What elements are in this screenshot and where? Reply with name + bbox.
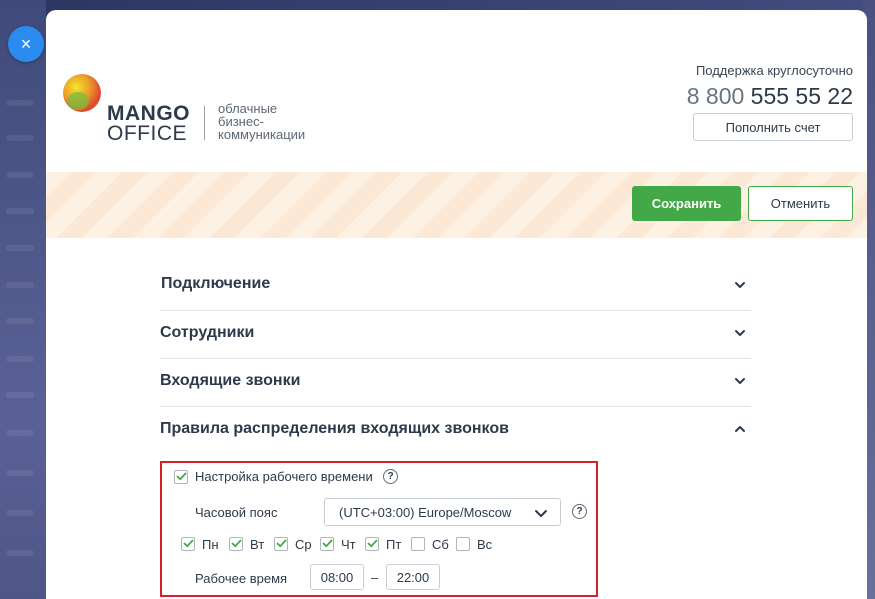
day-checkbox-wed[interactable] xyxy=(274,537,288,551)
day-label: Пт xyxy=(386,537,402,552)
chevron-down-icon xyxy=(735,378,745,384)
save-button[interactable]: Сохранить xyxy=(632,186,741,221)
start-time-input[interactable]: 08:00 xyxy=(310,564,364,590)
accordion-item-connection[interactable]: Подключение xyxy=(160,263,751,311)
help-icon[interactable]: ? xyxy=(572,504,587,519)
end-time-input[interactable]: 22:00 xyxy=(386,564,440,590)
support-label: Поддержка круглосуточно xyxy=(695,63,853,78)
help-icon[interactable]: ? xyxy=(383,469,398,484)
cancel-button[interactable]: Отменить xyxy=(748,186,853,221)
day-label: Чт xyxy=(341,537,356,552)
checkmark-icon xyxy=(176,472,187,481)
accordion-item-call-distribution[interactable]: Правила распределения входящих звонков xyxy=(160,407,751,455)
phone-number: 555 55 22 xyxy=(750,83,853,109)
accordion-item-employees[interactable]: Сотрудники xyxy=(160,311,751,359)
day-checkbox-fri[interactable] xyxy=(365,537,379,551)
day-checkbox-tue[interactable] xyxy=(229,537,243,551)
timezone-select[interactable]: (UTC+03:00) Europe/Moscow xyxy=(324,498,561,526)
logo-divider xyxy=(204,106,205,140)
accordion-item-label: Подключение xyxy=(161,275,271,292)
support-phone: 8 800 555 55 22 xyxy=(687,83,853,110)
checkmark-icon xyxy=(231,539,242,548)
logo-line-2: OFFICE xyxy=(107,122,187,145)
logo-line-1: MANGO xyxy=(107,102,190,125)
chevron-down-icon xyxy=(735,282,745,288)
checkmark-icon xyxy=(322,539,333,548)
checkmark-icon xyxy=(367,539,378,548)
day-label: Вс xyxy=(477,537,493,552)
chevron-down-icon xyxy=(735,330,745,336)
day-checkbox-thu[interactable] xyxy=(320,537,334,551)
brand-logo-text: MANGO OFFICE xyxy=(107,102,190,145)
topup-balance-button[interactable]: Пополнить счет xyxy=(693,113,853,141)
timezone-value: (UTC+03:00) Europe/Moscow xyxy=(339,505,512,520)
mango-logo-icon xyxy=(63,74,101,112)
checkmark-icon xyxy=(183,539,194,548)
phone-prefix: 8 800 xyxy=(686,83,745,109)
chevron-up-icon xyxy=(735,426,745,432)
close-icon: × xyxy=(20,34,32,54)
accordion-item-label: Сотрудники xyxy=(160,324,255,341)
settings-modal: MANGO OFFICE облачные бизнес- коммуникац… xyxy=(46,10,867,599)
day-checkbox-sun[interactable] xyxy=(456,537,470,551)
day-label: Сб xyxy=(432,537,449,552)
day-checkbox-mon[interactable] xyxy=(181,537,195,551)
work-hours-label: Рабочее время xyxy=(195,571,288,586)
day-label: Вт xyxy=(250,537,265,552)
logo-tagline: облачные бизнес- коммуникации xyxy=(218,102,328,141)
settings-accordion: Подключение Сотрудники Входящие звонки П… xyxy=(160,263,751,455)
accordion-item-label: Правила распределения входящих звонков xyxy=(160,420,509,437)
background-page-sidebar xyxy=(0,0,46,599)
checkmark-icon xyxy=(276,539,287,548)
day-checkbox-sat[interactable] xyxy=(411,537,425,551)
accordion-item-label: Входящие звонки xyxy=(160,372,301,389)
work-time-settings-panel: Настройка рабочего времени ? Часовой поя… xyxy=(160,461,598,597)
chevron-down-icon xyxy=(535,510,547,517)
tagline-line-3: коммуникации xyxy=(218,127,306,142)
day-label: Пн xyxy=(202,537,219,552)
day-label: Ср xyxy=(295,537,312,552)
timezone-label: Часовой пояс xyxy=(195,505,278,520)
time-separator: – xyxy=(371,570,379,585)
accordion-item-incoming-calls[interactable]: Входящие звонки xyxy=(160,359,751,407)
work-time-label: Настройка рабочего времени xyxy=(195,469,373,484)
close-modal-button[interactable]: × xyxy=(8,26,44,62)
action-bar: Сохранить Отменить xyxy=(46,172,867,238)
work-time-checkbox[interactable] xyxy=(174,470,188,484)
